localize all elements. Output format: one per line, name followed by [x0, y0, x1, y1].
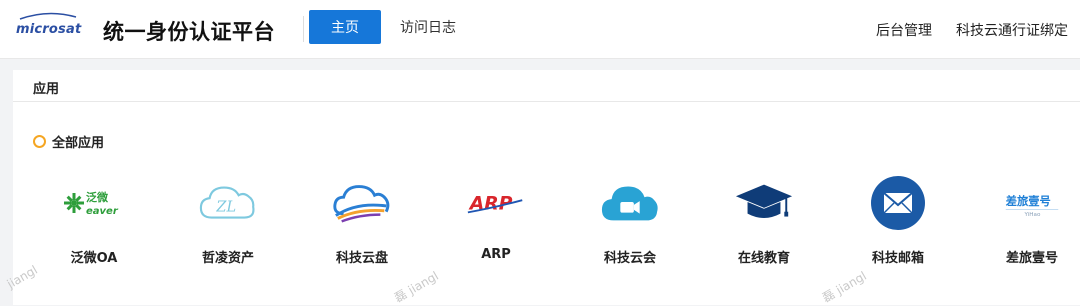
- admin-link[interactable]: 后台管理: [876, 20, 932, 40]
- cloud-meeting-icon: [600, 175, 660, 230]
- travel-icon: 差旅壹号 YiHao: [1002, 175, 1062, 230]
- nav-access-log-link[interactable]: 访问日志: [400, 17, 456, 37]
- logo-text: microsat: [16, 21, 82, 37]
- app-zheling-assets[interactable]: ZL 哲凌资产: [173, 175, 283, 266]
- svg-text:泛微: 泛微: [86, 190, 109, 204]
- page-title: 统一身份认证平台: [103, 20, 275, 44]
- panel-tab-label: 应用: [33, 82, 60, 97]
- weaver-oa-icon: 泛微 eaver: [64, 175, 124, 230]
- app-label: 科技邮箱: [871, 251, 924, 266]
- svg-text:eaver: eaver: [86, 206, 119, 217]
- panel-header: 应用: [13, 70, 1080, 102]
- app-label: 在线教育: [737, 251, 790, 266]
- app-cloud-disk[interactable]: 科技云盘: [307, 175, 417, 266]
- section-title-text: 全部应用: [52, 136, 105, 151]
- app-label: 哲凌资产: [201, 251, 254, 266]
- apps-panel: 应用 全部应用 泛微 eaver 泛微OA ZL 哲凌资产 科技云盘 ARP A…: [13, 70, 1080, 305]
- app-label: 泛微OA: [70, 251, 118, 266]
- app-cloud-meeting[interactable]: 科技云会: [575, 175, 685, 266]
- app-label: 科技云会: [603, 251, 656, 266]
- svg-text:ZL: ZL: [215, 199, 236, 215]
- section-title: 全部应用: [33, 132, 104, 151]
- nav-home-button[interactable]: 主页: [309, 10, 381, 44]
- circle-bullet-icon: [33, 135, 46, 148]
- app-mail[interactable]: 科技邮箱: [843, 175, 953, 266]
- app-label: 科技云盘: [335, 251, 388, 266]
- svg-text:YiHao: YiHao: [1024, 212, 1041, 218]
- app-label: 差旅壹号: [1005, 251, 1058, 266]
- header-divider: [303, 16, 304, 42]
- app-online-education[interactable]: 在线教育: [709, 175, 819, 266]
- microsat-logo[interactable]: microsat: [16, 12, 82, 41]
- mail-icon: [868, 175, 928, 230]
- top-header: microsat 统一身份认证平台 主页 访问日志 后台管理 科技云通行证绑定: [0, 0, 1080, 59]
- logo-swoosh-icon: [19, 12, 77, 20]
- graduation-cap-icon: [734, 175, 794, 230]
- cloud-disk-icon: [332, 175, 392, 230]
- app-travel[interactable]: 差旅壹号 YiHao 差旅壹号: [977, 175, 1080, 266]
- app-arp[interactable]: ARP ARP: [441, 175, 551, 263]
- app-label: ARP: [481, 247, 511, 262]
- app-weaver-oa[interactable]: 泛微 eaver 泛微OA: [39, 175, 149, 266]
- passport-bind-link[interactable]: 科技云通行证绑定: [956, 20, 1068, 40]
- svg-text:差旅壹号: 差旅壹号: [1006, 193, 1051, 207]
- arp-icon: ARP: [466, 175, 526, 230]
- cloud-zl-icon: ZL: [198, 175, 258, 230]
